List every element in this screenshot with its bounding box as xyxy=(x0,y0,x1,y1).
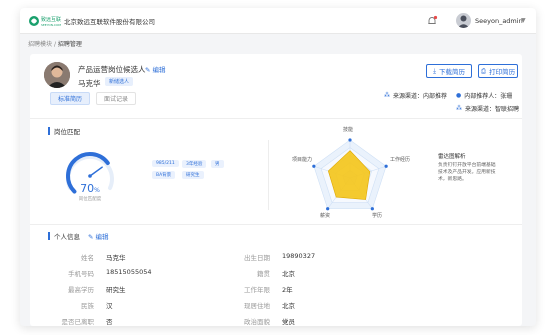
section-marker xyxy=(48,232,50,240)
download-label: 下载简历 xyxy=(438,68,465,76)
download-icon: ⤓ xyxy=(433,66,436,75)
field-value: 18515055054 xyxy=(106,268,152,276)
radar-vertex-dot xyxy=(326,207,330,211)
company-logo: 致远互联 SEEYON.COM xyxy=(29,16,61,27)
print-icon: ⎙ xyxy=(480,66,487,75)
tab-standard-resume[interactable]: 标准简历 xyxy=(50,92,91,105)
match-tag: BA背景 xyxy=(152,171,176,179)
radar-label-education: 学历 xyxy=(372,213,383,219)
match-percent: 70% xyxy=(70,182,110,195)
breadcrumb-separator: / xyxy=(53,41,56,48)
field-value: 否 xyxy=(106,318,113,326)
company-name: 北京致远互联软件股份有限公司 xyxy=(64,18,155,26)
pencil-icon: ✎ xyxy=(145,66,151,74)
radar-label-work: 工作经历 xyxy=(390,157,411,163)
breadcrumb-current: 招聘管理 xyxy=(57,41,82,48)
field-value: 北京 xyxy=(282,302,295,310)
pencil-icon: ✎ xyxy=(88,233,94,241)
breadcrumb-parent[interactable]: 招聘模块 xyxy=(28,41,52,48)
top-bar: 致远互联 SEEYON.COM 北京致远互联软件股份有限公司 Seeyon_ad… xyxy=(20,8,536,34)
referrer: ● 内部推荐人：张珊 xyxy=(456,91,512,100)
field-label: 政治面貌 xyxy=(244,318,270,326)
section-title-personal: 个人信息 xyxy=(48,231,80,241)
radar-vertex-dot xyxy=(312,164,316,168)
breadcrumb: 招聘模块 / 招聘管理 xyxy=(28,39,82,48)
radar-label-skill: 技能 xyxy=(343,127,354,133)
section-marker xyxy=(48,127,50,135)
candidate-status-tag: 新储选人 xyxy=(105,77,134,86)
channel-icon: ⁂ xyxy=(456,105,462,112)
referrer-text: 内部推荐人：张珊 xyxy=(464,93,513,100)
field-value: 2年 xyxy=(282,286,293,294)
field-value: 党员 xyxy=(282,318,295,326)
candidate-card: 产品运营岗位候选人 ✎ 编辑 马克华 新储选人 ⤓ 下载简历 ⎙ 打印简历 ⁂ … xyxy=(30,54,522,326)
app-window: 致远互联 SEEYON.COM 北京致远互联软件股份有限公司 Seeyon_ad… xyxy=(20,8,536,326)
field-label: 民族 xyxy=(81,302,94,310)
print-label: 打印简历 xyxy=(489,68,516,76)
field-label: 籍贯 xyxy=(257,270,270,278)
radar-vertex-dot xyxy=(384,164,388,168)
edit-personal-button[interactable]: ✎ 编辑 xyxy=(88,231,109,241)
match-percent-label: 岗位匹配度 xyxy=(78,197,102,202)
resume-tabs: 标准简历 面试记录 xyxy=(50,92,137,105)
notification-bell-icon[interactable] xyxy=(426,15,438,27)
edit-label: 编辑 xyxy=(152,66,166,74)
source-channel-2: ⁂ 来源渠道：智联招聘 xyxy=(456,104,519,113)
field-label: 手机号码 xyxy=(68,270,94,278)
analysis-title: 雷达图解析 xyxy=(438,154,466,160)
edit-job-button[interactable]: ✎ 编辑 xyxy=(145,64,166,74)
personal-title-text: 个人信息 xyxy=(54,233,80,241)
field-value: 研究生 xyxy=(106,286,126,294)
field-value: 19890327 xyxy=(282,252,316,260)
vertical-divider xyxy=(268,140,269,210)
match-title-text: 岗位匹配 xyxy=(54,128,80,136)
field-value: 北京 xyxy=(282,270,295,278)
edit-label: 编辑 xyxy=(95,233,109,241)
candidate-name: 马克华 xyxy=(78,79,101,88)
analysis-text: 负责钉钉开放平台前端基础技术及产品开发。应用新技术，新思路。 xyxy=(438,163,496,182)
radar-vertex-dot xyxy=(348,138,352,142)
svg-text:SEEYON.COM: SEEYON.COM xyxy=(41,23,61,27)
divider xyxy=(30,118,522,119)
candidate-photo xyxy=(44,62,70,88)
radar-label-salary: 薪资 xyxy=(320,213,331,219)
radar-chart xyxy=(312,138,388,211)
tab-interview-records[interactable]: 面试记录 xyxy=(96,92,137,105)
source-channel-text: 来源渠道：内部推荐 xyxy=(393,93,448,100)
radar-vertex-dot xyxy=(370,207,374,211)
channel-icon: ⁂ xyxy=(384,92,390,99)
field-label: 是否已离职 xyxy=(61,318,95,326)
field-label: 出生日期 xyxy=(244,254,270,262)
match-percent-value: 70 xyxy=(80,182,95,195)
section-title-match: 岗位匹配 xyxy=(48,126,80,136)
match-percent-unit: % xyxy=(94,187,100,194)
field-label: 现居住地 xyxy=(244,302,270,310)
field-label: 姓名 xyxy=(81,254,94,262)
radar-label-project: 项目能力 xyxy=(292,157,313,163)
username[interactable]: Seeyon_admin xyxy=(475,17,523,25)
source-channel: ⁂ 来源渠道：内部推荐 xyxy=(384,91,447,100)
match-tag: 985/211 xyxy=(152,160,179,167)
user-avatar[interactable] xyxy=(456,13,471,28)
print-resume-button[interactable]: ⎙ 打印简历 xyxy=(478,64,518,78)
match-tag: 3年经验 xyxy=(182,160,207,168)
match-tag: 男 xyxy=(211,160,224,168)
svg-text:致远互联: 致远互联 xyxy=(41,16,61,23)
field-value: 汉 xyxy=(106,302,113,310)
match-tag: 研究生 xyxy=(182,171,204,179)
source-channel-2-text: 来源渠道：智联招聘 xyxy=(465,106,520,113)
field-value: 马克华 xyxy=(106,254,126,262)
job-title: 产品运营岗位候选人 xyxy=(78,65,146,74)
download-resume-button[interactable]: ⤓ 下载简历 xyxy=(426,64,472,78)
person-icon: ● xyxy=(456,92,462,99)
divider xyxy=(30,224,522,225)
field-label: 最高学历 xyxy=(68,286,94,294)
chevron-down-icon[interactable]: ▼ xyxy=(521,17,526,24)
field-label: 工作年限 xyxy=(244,286,270,294)
